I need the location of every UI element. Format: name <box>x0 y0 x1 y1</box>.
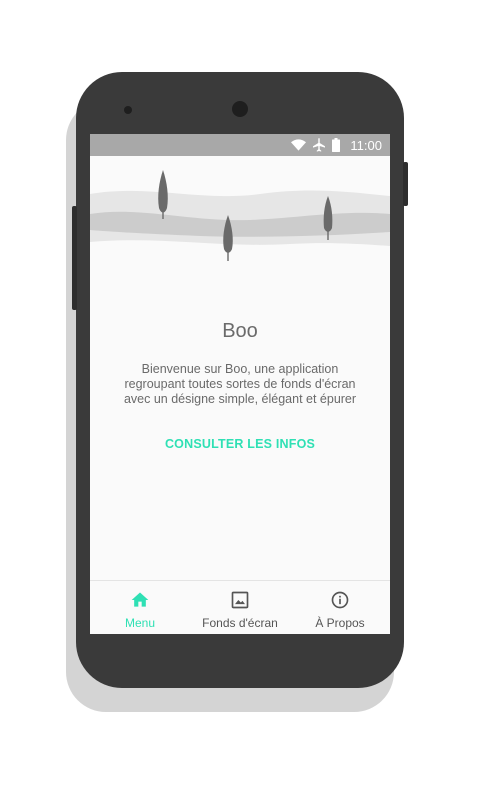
nav-item-menu[interactable]: Menu <box>90 581 190 634</box>
nav-label-menu: Menu <box>124 616 156 630</box>
nav-item-wallpapers[interactable]: Fonds d'écran <box>190 581 290 634</box>
wifi-icon <box>291 139 307 151</box>
app-title: Boo <box>222 320 258 342</box>
nav-label-wallpapers: Fonds d'écran <box>202 616 278 630</box>
airplane-icon <box>313 138 326 152</box>
home-icon <box>131 592 149 607</box>
landscape-illustration <box>90 170 390 276</box>
view-info-button[interactable]: CONSULTER LES INFOS <box>160 437 320 455</box>
battery-icon <box>332 138 341 152</box>
front-camera <box>232 101 248 117</box>
image-icon <box>231 591 249 609</box>
nav-item-about[interactable]: À Propos <box>290 581 390 634</box>
nav-label-about: À Propos <box>315 616 365 630</box>
info-icon <box>331 591 349 609</box>
app-description: Bienvenue sur Boo, une application regro… <box>123 362 357 406</box>
power-button <box>403 162 408 206</box>
bottom-navigation: Menu Fonds d'écran À Propos <box>90 580 390 634</box>
app-screen: 11:00 Boo Bienvenue sur Boo, une applica… <box>90 134 390 634</box>
status-time: 11:00 <box>350 137 382 153</box>
earpiece-speaker <box>124 106 132 114</box>
volume-button <box>72 206 77 310</box>
status-bar: 11:00 <box>90 134 390 156</box>
